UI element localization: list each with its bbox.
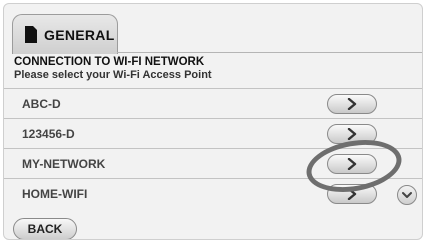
network-name: ABC-D — [22, 96, 61, 111]
back-button[interactable]: BACK — [13, 218, 77, 239]
page-title: CONNECTION TO WI-FI NETWORK — [14, 56, 205, 68]
chevron-right-icon — [347, 128, 357, 140]
document-icon — [25, 26, 37, 43]
select-network-button[interactable] — [327, 94, 377, 114]
network-name: 123456-D — [22, 126, 75, 141]
scroll-down-button[interactable] — [397, 185, 417, 205]
tab-general-label: GENERAL — [44, 26, 115, 43]
tab-divider — [117, 52, 422, 53]
wifi-settings-screen: GENERAL CONNECTION TO WI-FI NETWORK Plea… — [3, 3, 423, 240]
chevron-down-icon — [402, 192, 412, 198]
chevron-right-icon — [347, 98, 357, 110]
page-subtitle: Please select your Wi-Fi Access Point — [14, 69, 212, 81]
page-header: CONNECTION TO WI-FI NETWORK Please selec… — [14, 56, 412, 82]
tab-general[interactable]: GENERAL — [12, 14, 118, 54]
network-name: HOME-WIFI — [22, 186, 88, 201]
network-name: MY-NETWORK — [22, 156, 106, 171]
network-row-abc-d[interactable]: ABC-D — [4, 88, 422, 118]
